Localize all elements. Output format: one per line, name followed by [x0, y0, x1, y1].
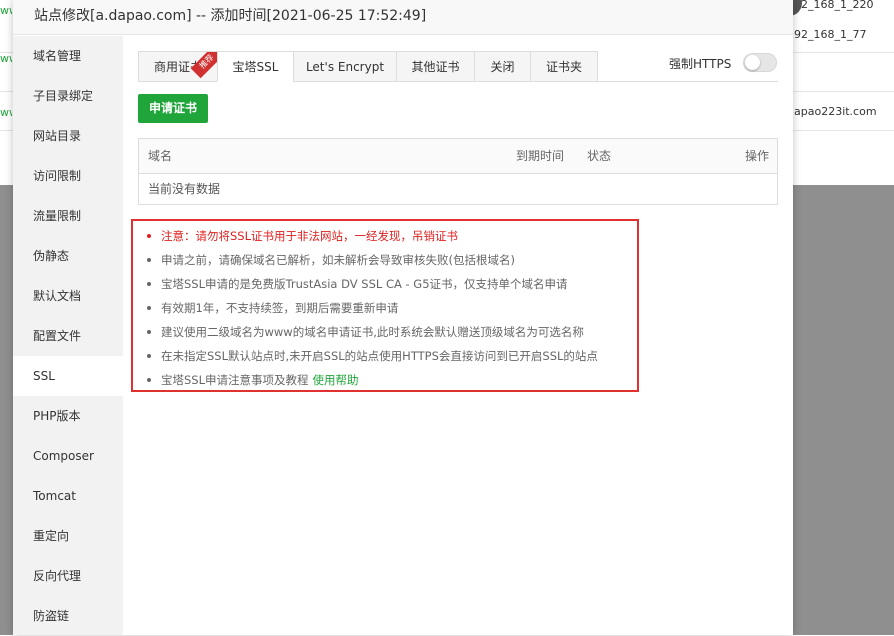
bullet-icon	[147, 377, 151, 382]
sidebar-item-composer[interactable]: Composer	[13, 436, 123, 476]
recommend-badge: 推荐	[190, 52, 217, 79]
apply-cert-button[interactable]: 申请证书	[138, 94, 208, 123]
note-text: 在未指定SSL默认站点时,未开启SSL的站点使用HTTPS会直接访问到已开启SS…	[161, 349, 598, 363]
tab-lets-encrypt[interactable]: Let's Encrypt	[293, 51, 397, 82]
sidebar-item-config[interactable]: 配置文件	[13, 316, 123, 356]
modal-title: 站点修改[a.dapao.com] -- 添加时间[2021-06-25 17:…	[13, 0, 793, 35]
note-item: 申请之前，请确保域名已解析，如未解析会导致审核失败(包括根域名)	[147, 252, 515, 268]
sidebar-item-tomcat[interactable]: Tomcat	[13, 476, 123, 516]
toggle-knob	[745, 55, 760, 70]
tab-close[interactable]: 关闭	[474, 51, 531, 82]
help-link[interactable]: 使用帮助	[313, 373, 359, 387]
tab-commercial-cert[interactable]: 商用证书 推荐	[138, 51, 218, 82]
note-item: 宝塔SSL申请注意事项及教程 使用帮助	[147, 372, 359, 388]
note-item: 在未指定SSL默认站点时,未开启SSL的站点使用HTTPS会直接访问到已开启SS…	[147, 348, 598, 364]
background-text: ww	[0, 106, 12, 119]
sidebar-item-domain[interactable]: 域名管理	[13, 36, 123, 76]
table-empty: 当前没有数据	[148, 182, 221, 196]
bullet-icon	[147, 305, 151, 310]
note-item: 注意：请勿将SSL证书用于非法网站，一经发现，吊销证书	[147, 228, 458, 244]
tab-baota-ssl[interactable]: 宝塔SSL	[217, 51, 294, 82]
sidebar-item-default-doc[interactable]: 默认文档	[13, 276, 123, 316]
note-text: 建议使用二级域名为www的域名申请证书,此时系统会默认赠送顶级域名为可选名称	[161, 325, 584, 339]
column-action: 操作	[745, 149, 770, 163]
note-item: 宝塔SSL申请的是免费版TrustAsia DV SSL CA - G5证书，仅…	[147, 276, 568, 292]
sidebar-item-traffic-limit[interactable]: 流量限制	[13, 196, 123, 236]
ssl-panel: 商用证书 推荐 宝塔SSL Let's Encrypt 其他证书 关闭 证书夹 …	[123, 36, 793, 635]
site-edit-modal: 站点修改[a.dapao.com] -- 添加时间[2021-06-25 17:…	[13, 0, 793, 635]
sidebar: 域名管理 子目录绑定 网站目录 访问限制 流量限制 伪静态 默认文档 配置文件 …	[13, 36, 123, 635]
background-item: 92_168_1_77	[794, 28, 867, 41]
note-text: 宝塔SSL申请的是免费版TrustAsia DV SSL CA - G5证书，仅…	[161, 277, 568, 291]
bullet-icon	[147, 281, 151, 286]
note-text: 有效期1年，不支持续签，到期后需要重新申请	[161, 301, 399, 315]
sidebar-item-site-dir[interactable]: 网站目录	[13, 116, 123, 156]
table-header: 域名 到期时间 状态 操作	[139, 139, 777, 174]
column-status: 状态	[587, 149, 612, 163]
sidebar-item-redirect[interactable]: 重定向	[13, 516, 123, 556]
bullet-icon	[147, 257, 151, 262]
force-https-toggle[interactable]	[743, 53, 777, 72]
notes-box: 注意：请勿将SSL证书用于非法网站，一经发现，吊销证书 申请之前，请确保域名已解…	[131, 219, 639, 392]
sidebar-item-access-limit[interactable]: 访问限制	[13, 156, 123, 196]
column-expire: 到期时间	[516, 149, 565, 163]
background-item: 92_168_1_220	[794, 0, 874, 11]
background-text: ww	[0, 52, 12, 65]
sidebar-item-php[interactable]: PHP版本	[13, 396, 123, 436]
bullet-icon	[147, 353, 151, 358]
background-item: apao223it.com	[794, 105, 877, 118]
note-text: 注意：请勿将SSL证书用于非法网站，一经发现，吊销证书	[161, 229, 459, 243]
column-domain: 域名	[148, 149, 173, 163]
sidebar-item-ssl[interactable]: SSL	[13, 356, 123, 396]
sidebar-item-reverse-proxy[interactable]: 反向代理	[13, 556, 123, 596]
tab-cert-folder[interactable]: 证书夹	[530, 51, 598, 82]
cert-table: 域名 到期时间 状态 操作 当前没有数据	[138, 138, 778, 205]
sidebar-item-subdir[interactable]: 子目录绑定	[13, 76, 123, 116]
note-text: 申请之前，请确保域名已解析，如未解析会导致审核失败(包括根域名)	[161, 253, 515, 267]
bullet-icon	[147, 233, 151, 238]
force-https-label: 强制HTTPS	[669, 57, 732, 71]
background-text: ww	[0, 4, 12, 17]
sidebar-item-hotlink[interactable]: 防盗链	[13, 596, 123, 636]
sidebar-item-rewrite[interactable]: 伪静态	[13, 236, 123, 276]
tab-other-cert[interactable]: 其他证书	[396, 51, 475, 82]
note-item: 建议使用二级域名为www的域名申请证书,此时系统会默认赠送顶级域名为可选名称	[147, 324, 584, 340]
bullet-icon	[147, 329, 151, 334]
note-text: 宝塔SSL申请注意事项及教程	[161, 373, 309, 387]
note-item: 有效期1年，不支持续签，到期后需要重新申请	[147, 300, 398, 316]
